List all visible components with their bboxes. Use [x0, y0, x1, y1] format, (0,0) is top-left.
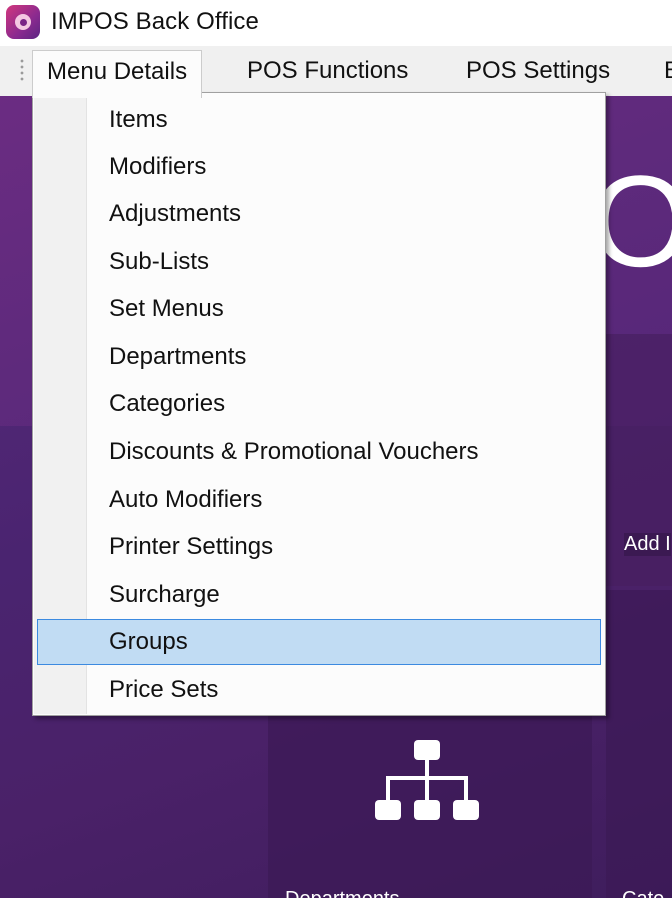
pos-functions-menu[interactable]: POS Functions	[233, 50, 422, 96]
categories-tile[interactable]	[606, 590, 672, 898]
menu-bar: Menu Details POS Functions POS Settings …	[0, 46, 672, 98]
menu-item-adjustments[interactable]: Adjustments	[37, 191, 601, 237]
menu-details-dropdown: Items Modifiers Adjustments Sub-Lists Se…	[32, 92, 606, 716]
menu-item-discounts-promotional-vouchers[interactable]: Discounts & Promotional Vouchers	[37, 429, 601, 475]
menu-item-groups[interactable]: Groups	[37, 619, 601, 665]
app-logo-icon	[6, 5, 40, 39]
add-tile-label: Add I	[624, 533, 671, 556]
next-menu-partial[interactable]: B	[650, 50, 672, 96]
menu-item-items[interactable]: Items	[37, 97, 601, 143]
categories-tile-label: Cate	[622, 888, 664, 898]
window-title: IMPOS Back Office	[51, 8, 259, 35]
menu-item-set-menus[interactable]: Set Menus	[37, 286, 601, 332]
menu-item-surcharge[interactable]: Surcharge	[37, 572, 601, 618]
departments-tile-label: Departments	[285, 888, 400, 898]
menu-details-menu[interactable]: Menu Details	[32, 50, 203, 98]
toolbar-grip-icon[interactable]	[20, 58, 24, 82]
menu-item-price-sets[interactable]: Price Sets	[37, 667, 601, 713]
menu-item-sub-lists[interactable]: Sub-Lists	[37, 239, 601, 285]
hierarchy-icon	[375, 740, 479, 820]
menu-item-printer-settings[interactable]: Printer Settings	[37, 524, 601, 570]
menu-item-modifiers[interactable]: Modifiers	[37, 144, 601, 190]
pos-settings-menu[interactable]: POS Settings	[452, 50, 624, 96]
menu-item-auto-modifiers[interactable]: Auto Modifiers	[37, 477, 601, 523]
menu-item-categories[interactable]: Categories	[37, 381, 601, 427]
menu-item-departments[interactable]: Departments	[37, 334, 601, 380]
title-bar: IMPOS Back Office	[0, 0, 672, 46]
